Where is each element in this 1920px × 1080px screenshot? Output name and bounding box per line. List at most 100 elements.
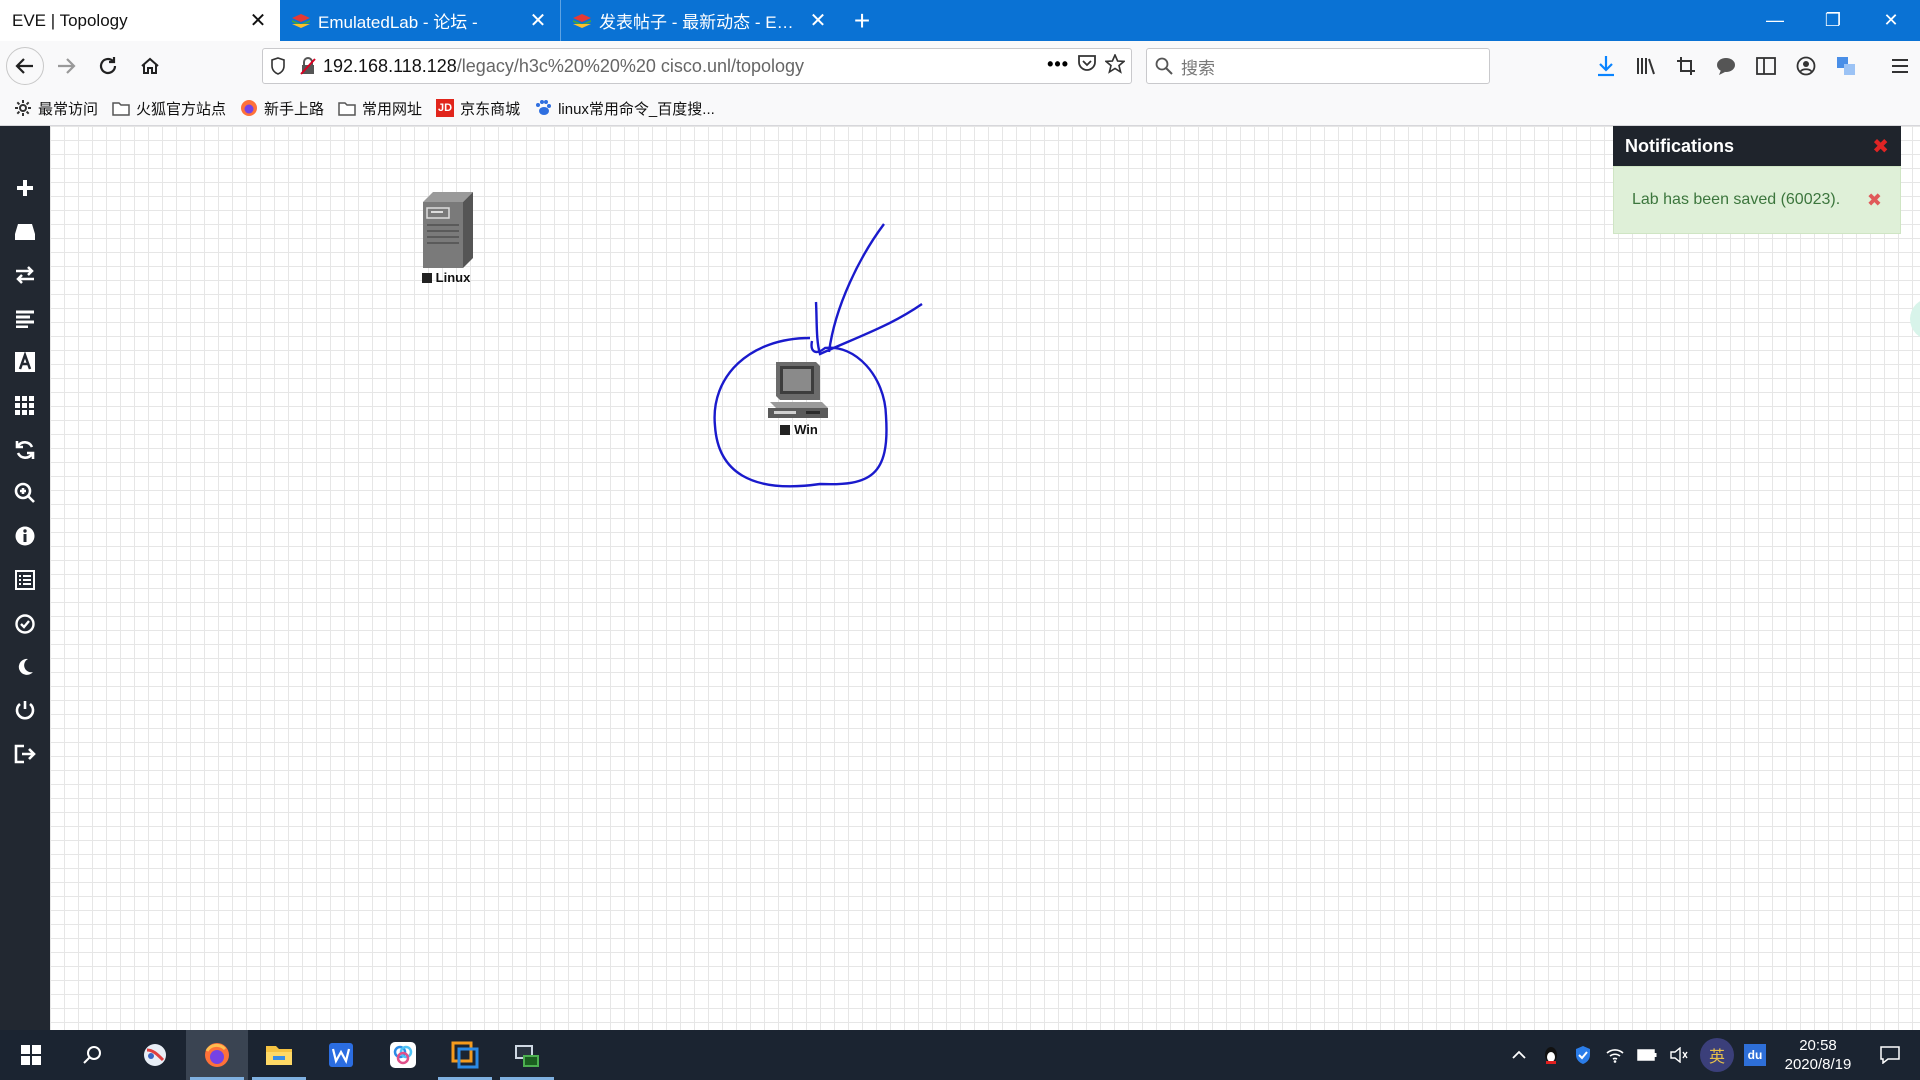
search-input[interactable]: 搜索	[1181, 54, 1215, 79]
menu-hamburger-icon[interactable]	[1882, 48, 1918, 84]
url-path: /legacy/h3c%20%20%20 cisco.unl/topology	[456, 55, 805, 76]
notifications-title: Notifications	[1625, 135, 1735, 156]
page-actions-icon[interactable]: •••	[1047, 54, 1069, 79]
lock-lab-check-icon[interactable]	[0, 604, 50, 644]
notifications-header: Notifications ✖	[1613, 126, 1901, 166]
volume-icon[interactable]	[1668, 1044, 1690, 1066]
system-tray: 英 du 20:58 2020/8/19	[1508, 1036, 1920, 1074]
taskbar-baidu-netdisk-icon[interactable]	[372, 1030, 434, 1080]
close-tab-icon[interactable]: ✕	[528, 11, 548, 31]
battery-icon[interactable]	[1636, 1044, 1658, 1066]
bookmark-linux-commands[interactable]: linux常用命令_百度搜...	[534, 98, 715, 119]
close-notifications-icon[interactable]: ✖	[1872, 134, 1889, 159]
lab-info-icon[interactable]	[0, 516, 50, 556]
topology-canvas[interactable]: Linux Win	[50, 126, 1920, 1030]
text-font-icon[interactable]	[0, 342, 50, 382]
add-object-plus-icon[interactable]	[0, 168, 50, 208]
forward-arrow-icon[interactable]	[46, 46, 86, 86]
sidebar-toggle-icon[interactable]	[1748, 48, 1784, 84]
ime-indicator[interactable]: 英	[1700, 1038, 1734, 1072]
download-icon[interactable]	[1588, 48, 1624, 84]
refresh-topology-icon[interactable]	[0, 430, 50, 470]
dismiss-notification-icon[interactable]: ✖	[1867, 190, 1882, 211]
bookmark-star-icon[interactable]	[1103, 52, 1127, 79]
screenshot-crop-icon[interactable]	[1668, 48, 1704, 84]
logs-list-icon[interactable]	[0, 560, 50, 600]
bookmark-label: 火狐官方站点	[136, 100, 227, 118]
close-tab-icon[interactable]: ✕	[808, 11, 828, 31]
bookmark-jd[interactable]: JD 京东商城	[436, 98, 520, 119]
url-host: 192.168.118.128	[323, 55, 457, 76]
insecure-lock-icon[interactable]	[293, 57, 323, 75]
security-shield-icon[interactable]	[1572, 1044, 1594, 1066]
nav-bar: 192.168.118.128/legacy/h3c%20%20%20 cisc…	[0, 41, 1920, 91]
bookmark-firefox-site[interactable]: 火狐官方站点	[112, 98, 226, 119]
close-tab-icon[interactable]: ✕	[248, 11, 268, 31]
translate-icon[interactable]	[1828, 48, 1864, 84]
tab-eve-topology[interactable]: EVE | Topology ✕	[0, 0, 280, 41]
baidu-paw-icon	[534, 99, 552, 117]
node-name: Win	[794, 422, 818, 437]
node-status-square	[780, 424, 791, 435]
reload-icon[interactable]	[88, 46, 128, 86]
emulatedlab-logo-icon	[573, 13, 591, 28]
taskbar-app-snipping-icon[interactable]	[124, 1030, 186, 1080]
restore-icon[interactable]: ❐	[1804, 0, 1862, 41]
tab-emulatedlab-forum[interactable]: EmulatedLab - 论坛 - ✕	[280, 0, 560, 41]
taskbar-search-icon[interactable]	[62, 1030, 124, 1080]
clock-time: 20:58	[1799, 1037, 1837, 1054]
nodes-hdd-icon[interactable]	[0, 212, 50, 252]
system-clock[interactable]: 20:58 2020/8/19	[1776, 1036, 1860, 1074]
bookmark-most-visited[interactable]: 最常访问	[14, 98, 98, 119]
bookmark-common-sites[interactable]: 常用网址	[338, 98, 422, 119]
taskbar-firefox-icon[interactable]	[186, 1030, 248, 1080]
window-controls: — ❐ ✕	[1746, 0, 1920, 41]
shield-icon[interactable]	[263, 57, 293, 75]
show-hidden-icons-chevron-icon[interactable]	[1508, 1044, 1530, 1066]
back-arrow-icon[interactable]	[6, 47, 44, 85]
taskbar-vmware-icon[interactable]	[434, 1030, 496, 1080]
wifi-icon[interactable]	[1604, 1044, 1626, 1066]
action-center-icon[interactable]	[1870, 1044, 1910, 1066]
node-status-square	[421, 272, 432, 283]
dark-mode-moon-icon[interactable]	[0, 647, 50, 687]
bookmark-getting-started[interactable]: 新手上路	[240, 98, 324, 119]
networks-exchange-icon[interactable]	[0, 255, 50, 295]
eve-sidebar	[0, 126, 50, 1030]
logout-icon[interactable]	[0, 734, 50, 774]
bookmark-label: linux常用命令_百度搜...	[558, 100, 715, 118]
close-window-icon[interactable]: ✕	[1862, 0, 1920, 41]
zoom-icon[interactable]	[0, 473, 50, 513]
minimize-icon[interactable]: —	[1746, 0, 1804, 41]
toolbar-icons	[1588, 48, 1918, 84]
pocket-icon[interactable]	[1077, 54, 1097, 79]
taskbar-wps-writer-icon[interactable]	[310, 1030, 372, 1080]
taskbar-file-explorer-icon[interactable]	[248, 1030, 310, 1080]
baidu-input-icon[interactable]: du	[1744, 1044, 1766, 1066]
account-icon[interactable]	[1788, 48, 1824, 84]
qq-penguin-icon[interactable]	[1540, 1044, 1562, 1066]
clock-date: 2020/8/19	[1784, 1056, 1852, 1073]
tab-post-thread[interactable]: 发表帖子 - 最新动态 - Emulat ✕	[560, 0, 840, 41]
more-actions-grid-icon[interactable]	[0, 386, 50, 426]
url-actions: •••	[1047, 52, 1131, 79]
tab-label: EVE | Topology	[12, 10, 128, 30]
start-windows-icon[interactable]	[0, 1030, 62, 1080]
library-icon[interactable]	[1628, 48, 1664, 84]
chat-icon[interactable]	[1708, 48, 1744, 84]
windows-taskbar: 英 du 20:58 2020/8/19	[0, 1030, 1920, 1080]
notification-message: Lab has been saved (60023).	[1632, 191, 1841, 208]
close-lab-power-icon[interactable]	[0, 690, 50, 730]
address-bar[interactable]: 192.168.118.128/legacy/h3c%20%20%20 cisc…	[262, 48, 1132, 84]
new-tab-icon[interactable]: +	[840, 0, 884, 41]
gear-icon	[14, 99, 32, 117]
node-linux[interactable]: Linux	[419, 192, 473, 285]
node-win[interactable]: Win	[766, 360, 832, 437]
taskbar-terminal-app-icon[interactable]	[496, 1030, 558, 1080]
home-icon[interactable]	[130, 46, 170, 86]
bookmark-label: 新手上路	[264, 100, 325, 118]
startup-config-list-icon[interactable]	[0, 299, 50, 339]
firefox-icon	[240, 99, 258, 117]
search-bar[interactable]: 搜索	[1146, 48, 1490, 84]
tab-strip: EVE | Topology ✕ EmulatedLab - 论坛 - ✕ 发表…	[0, 0, 1920, 41]
